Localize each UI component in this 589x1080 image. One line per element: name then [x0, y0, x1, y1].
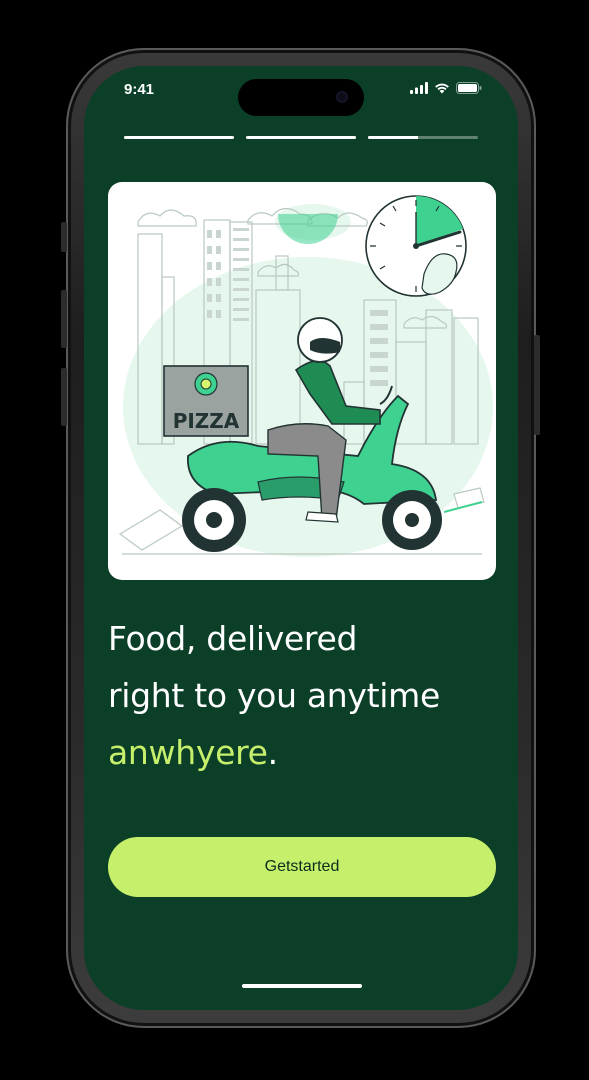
progress-step-2	[246, 136, 356, 139]
power-button	[534, 335, 540, 435]
get-started-button[interactable]: Getstarted	[108, 837, 496, 897]
action-button	[61, 222, 67, 252]
status-bar: 9:41	[84, 66, 518, 116]
status-time: 9:41	[124, 81, 155, 98]
delivery-scooter-illustration: PIZZA	[118, 195, 493, 557]
battery-icon	[456, 82, 482, 94]
status-icons	[410, 82, 482, 94]
home-indicator[interactable]	[242, 984, 362, 988]
dynamic-island	[238, 79, 364, 116]
headline-line-2: right to you anytime	[108, 676, 440, 715]
pizza-box-label: PIZZA	[173, 409, 240, 433]
front-camera-icon	[336, 91, 348, 103]
wifi-icon	[435, 83, 449, 94]
volume-up-button	[61, 290, 67, 348]
onboarding-headline: Food, delivered right to you anytime anw…	[108, 610, 508, 781]
app-screen: 9:41 PIZZA Food, delivered right to you …	[84, 66, 518, 1010]
progress-step-3	[368, 136, 478, 139]
volume-down-button	[61, 368, 67, 426]
headline-line-3: anwhyere.	[108, 724, 508, 781]
headline-line-1: Food, delivered	[108, 619, 358, 658]
headline-period: .	[267, 733, 279, 772]
onboarding-progress	[124, 136, 478, 139]
cellular-signal-icon	[410, 82, 428, 94]
headline-accent-word: anwhyere	[108, 733, 268, 772]
progress-step-1	[124, 136, 234, 139]
illustration-card: PIZZA	[108, 182, 496, 580]
